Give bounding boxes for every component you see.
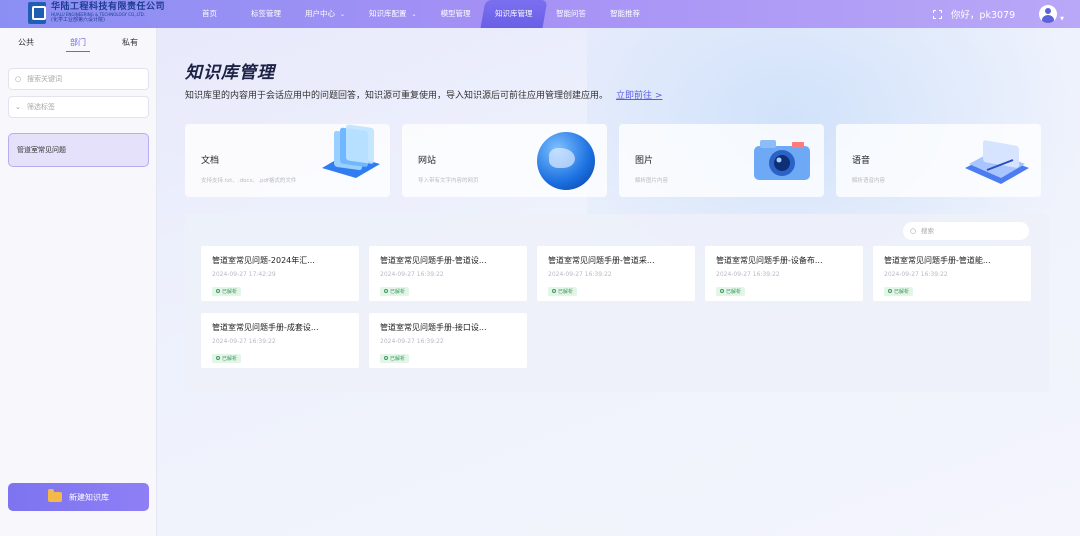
- scope-tabs: 公共 部门 私有: [0, 28, 156, 58]
- document-stack-icon: [322, 124, 380, 178]
- logo-name-cn: 华陆工程科技有限责任公司: [51, 2, 166, 12]
- company-logo-mark: [28, 2, 46, 24]
- chevron-down-icon: ⌄: [411, 11, 417, 18]
- status-badge: 已解析: [212, 286, 242, 296]
- panel-search-input[interactable]: ○ 搜索: [903, 222, 1029, 240]
- check-circle-icon: [888, 289, 892, 293]
- document-card[interactable]: 管道室常见问题手册-接口设... 2024-09-27 16:39:22 已解析: [369, 313, 527, 368]
- main-content: 知识库管理 知识库里的内容用于会话应用中的问题回答，知识源可重复使用，导入知识源…: [157, 28, 1080, 536]
- user-greeting: 你好，pk3079: [950, 10, 1016, 21]
- status-badge: 已解析: [380, 286, 410, 296]
- main-nav: 首页 标签管理 用户中心 ⌄ 知识库配置 ⌄ 模型管理 知识库管理 智能问答 智能推…: [190, 0, 652, 28]
- type-card-website[interactable]: 网站 导入带有文字内容的网页: [402, 124, 607, 197]
- caret-down-icon[interactable]: ▼: [1060, 16, 1064, 22]
- globe-icon: [537, 132, 595, 190]
- company-logo[interactable]: 华陆工程科技有限责任公司 HUALU ENGINEERING & TECHNOL…: [28, 2, 165, 24]
- status-badge: 已解析: [884, 286, 914, 296]
- nav-user-center[interactable]: 用户中心 ⌄: [293, 0, 357, 28]
- sidebar: 公共 部门 私有 ○ 搜索关键词 ⌄ 筛选标签 管道室常见问题 新建知识库: [0, 28, 157, 536]
- source-type-cards: 文档 支持支持.txt、.docx、.pdf格式的文件 网站 导入带有文字内容的…: [185, 124, 1041, 197]
- check-circle-icon: [552, 289, 556, 293]
- nav-kb-management[interactable]: 知识库管理: [480, 0, 547, 28]
- go-now-link[interactable]: 立即前往 >: [616, 91, 662, 101]
- fullscreen-icon[interactable]: [932, 9, 942, 19]
- top-navigation-bar: 华陆工程科技有限责任公司 HUALU ENGINEERING & TECHNOL…: [0, 0, 1080, 28]
- chevron-down-icon: ⌄: [15, 103, 21, 111]
- check-circle-icon: [384, 356, 388, 360]
- document-card-grid: 管道室常见问题-2024年汇... 2024-09-27 17:42:29 已解…: [201, 246, 1031, 368]
- type-card-document[interactable]: 文档 支持支持.txt、.docx、.pdf格式的文件: [185, 124, 390, 197]
- sidebar-kb-item[interactable]: 管道室常见问题: [8, 133, 149, 167]
- keyboard-icon: [965, 140, 1029, 184]
- nav-home[interactable]: 首页: [190, 0, 229, 28]
- document-card[interactable]: 管道室常见问题手册-设备布... 2024-09-27 16:39:22 已解析: [705, 246, 863, 301]
- logo-subtitle: (化学工业部第六设计院): [51, 17, 105, 23]
- page-description: 知识库里的内容用于会话应用中的问题回答，知识源可重复使用，导入知识源后可前往应用…: [185, 91, 663, 101]
- page-title: 知识库管理: [185, 63, 275, 83]
- document-card[interactable]: 管道室常见问题手册-管道设... 2024-09-27 16:39:22 已解析: [369, 246, 527, 301]
- status-badge: 已解析: [212, 353, 242, 363]
- search-icon: ○: [910, 227, 917, 235]
- kb-documents-panel: ○ 搜索 管道室常见问题-2024年汇... 2024-09-27 17:42:…: [185, 214, 1049, 392]
- check-circle-icon: [216, 356, 220, 360]
- folder-icon: [48, 489, 62, 502]
- keyword-search-input[interactable]: ○ 搜索关键词: [8, 68, 149, 90]
- camera-icon: [754, 140, 810, 180]
- check-circle-icon: [216, 289, 220, 293]
- tag-filter-select[interactable]: ⌄ 筛选标签: [8, 96, 149, 118]
- document-card[interactable]: 管道室常见问题手册-管道能... 2024-09-27 16:39:22 已解析: [873, 246, 1031, 301]
- nav-model-management[interactable]: 模型管理: [429, 0, 483, 28]
- chevron-down-icon: ⌄: [340, 11, 346, 18]
- document-card[interactable]: 管道室常见问题手册-管道采... 2024-09-27 16:39:22 已解析: [537, 246, 695, 301]
- new-knowledge-base-button[interactable]: 新建知识库: [8, 483, 149, 511]
- document-card[interactable]: 管道室常见问题手册-成套设... 2024-09-27 16:39:22 已解析: [201, 313, 359, 368]
- status-badge: 已解析: [548, 286, 578, 296]
- nav-smart-recommend[interactable]: 智能推荐: [598, 0, 652, 28]
- tab-private[interactable]: 私有: [104, 28, 156, 58]
- tab-department[interactable]: 部门: [52, 28, 104, 58]
- type-card-image[interactable]: 图片 解析图片内容: [619, 124, 824, 197]
- type-card-voice[interactable]: 语音 解析语音内容: [836, 124, 1041, 197]
- search-icon: ○: [15, 75, 22, 83]
- check-circle-icon: [384, 289, 388, 293]
- check-circle-icon: [720, 289, 724, 293]
- avatar[interactable]: [1039, 5, 1058, 23]
- nav-smart-qa[interactable]: 智能问答: [544, 0, 598, 28]
- nav-tag-management[interactable]: 标签管理: [239, 0, 293, 28]
- tab-public[interactable]: 公共: [0, 28, 52, 58]
- status-badge: 已解析: [380, 353, 410, 363]
- document-card[interactable]: 管道室常见问题-2024年汇... 2024-09-27 17:42:29 已解…: [201, 246, 359, 301]
- status-badge: 已解析: [716, 286, 746, 296]
- nav-kb-config[interactable]: 知识库配置 ⌄: [357, 0, 429, 28]
